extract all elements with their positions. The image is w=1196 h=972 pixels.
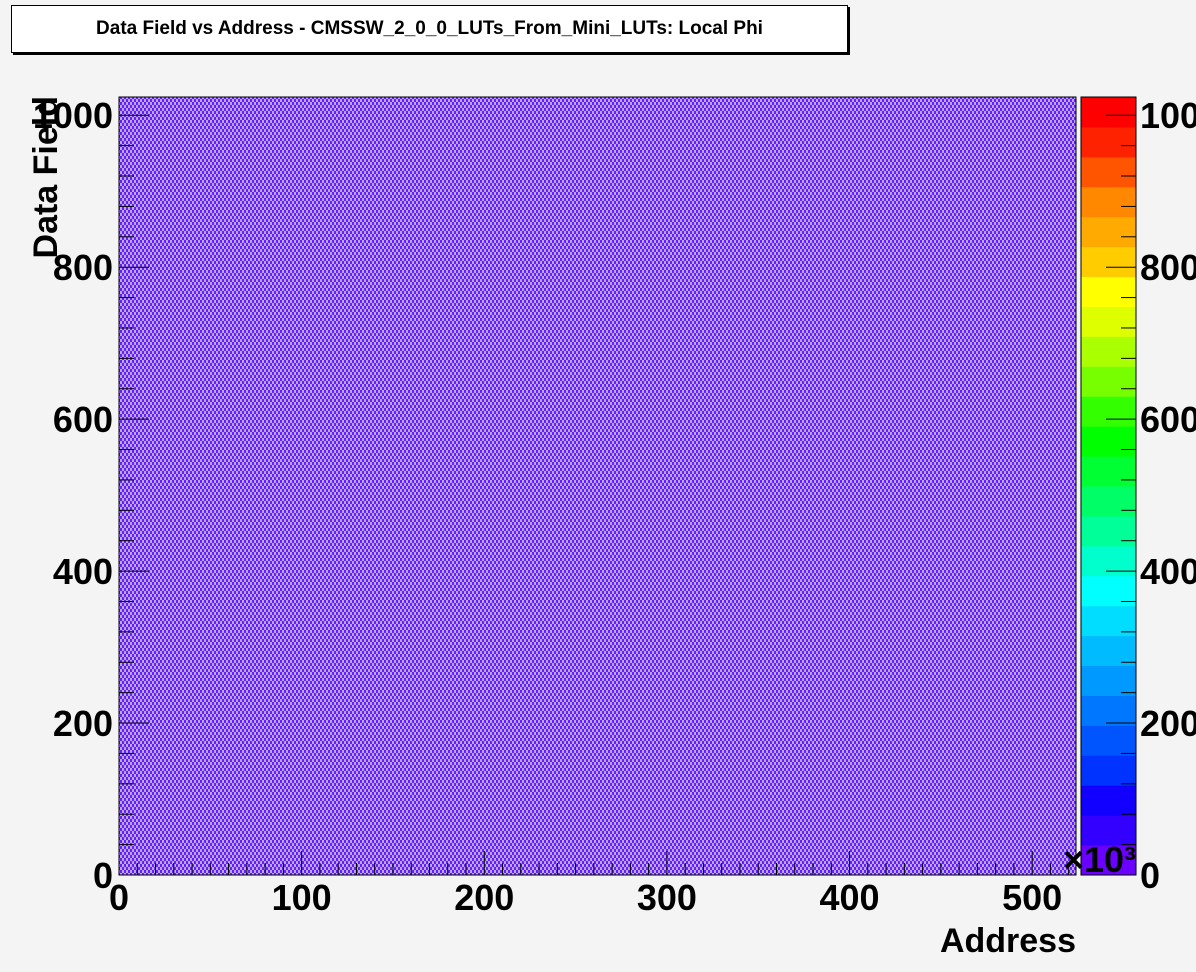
palette-swatch	[1081, 486, 1136, 517]
heatmap-cells	[119, 97, 1076, 875]
palette-swatch	[1081, 545, 1136, 577]
palette-swatch	[1081, 216, 1136, 248]
palette-swatch	[1081, 635, 1136, 667]
palette-swatch	[1081, 515, 1136, 547]
z-tick-label: 0	[1140, 855, 1160, 896]
palette-swatch	[1081, 456, 1136, 487]
palette-swatch	[1081, 665, 1136, 696]
z-tick-label: 200	[1140, 703, 1196, 744]
palette-swatch	[1081, 276, 1136, 307]
x-tick-label: 400	[819, 877, 879, 918]
y-tick-label: 400	[53, 551, 113, 592]
palette-swatch	[1081, 725, 1136, 756]
palette-swatch	[1081, 695, 1136, 726]
x-tick-label: 100	[272, 877, 332, 918]
z-multiplier-label: ×10³	[1063, 839, 1136, 880]
palette-swatch	[1081, 126, 1136, 158]
z-tick-label: 800	[1140, 247, 1196, 288]
palette-swatch	[1081, 396, 1136, 427]
palette-swatch	[1081, 97, 1136, 128]
palette-swatch	[1081, 246, 1136, 278]
palette-swatch	[1081, 785, 1136, 816]
palette-swatch	[1081, 186, 1136, 218]
palette-swatch	[1081, 336, 1136, 367]
palette-swatch	[1081, 156, 1136, 188]
y-tick-label: 0	[93, 855, 113, 896]
y-tick-label: 200	[53, 703, 113, 744]
palette-swatch	[1081, 366, 1136, 397]
y-tick-label: 600	[53, 399, 113, 440]
y-axis-title: Data Field	[27, 96, 65, 258]
z-tick-label: 1000	[1140, 95, 1196, 136]
palette-swatch	[1081, 755, 1136, 786]
x-tick-label: 300	[637, 877, 697, 918]
z-tick-label: 400	[1140, 551, 1196, 592]
heatmap-chart: 0 100 200 300 400 500020040060080010000200400…	[27, 95, 1196, 960]
x-tick-label: 500	[1002, 877, 1062, 918]
x-axis-title: Address	[940, 922, 1076, 960]
x-tick-label: 200	[454, 877, 514, 918]
palette-swatch	[1081, 426, 1136, 457]
palette-swatch	[1081, 306, 1136, 337]
z-tick-label: 600	[1140, 399, 1196, 440]
